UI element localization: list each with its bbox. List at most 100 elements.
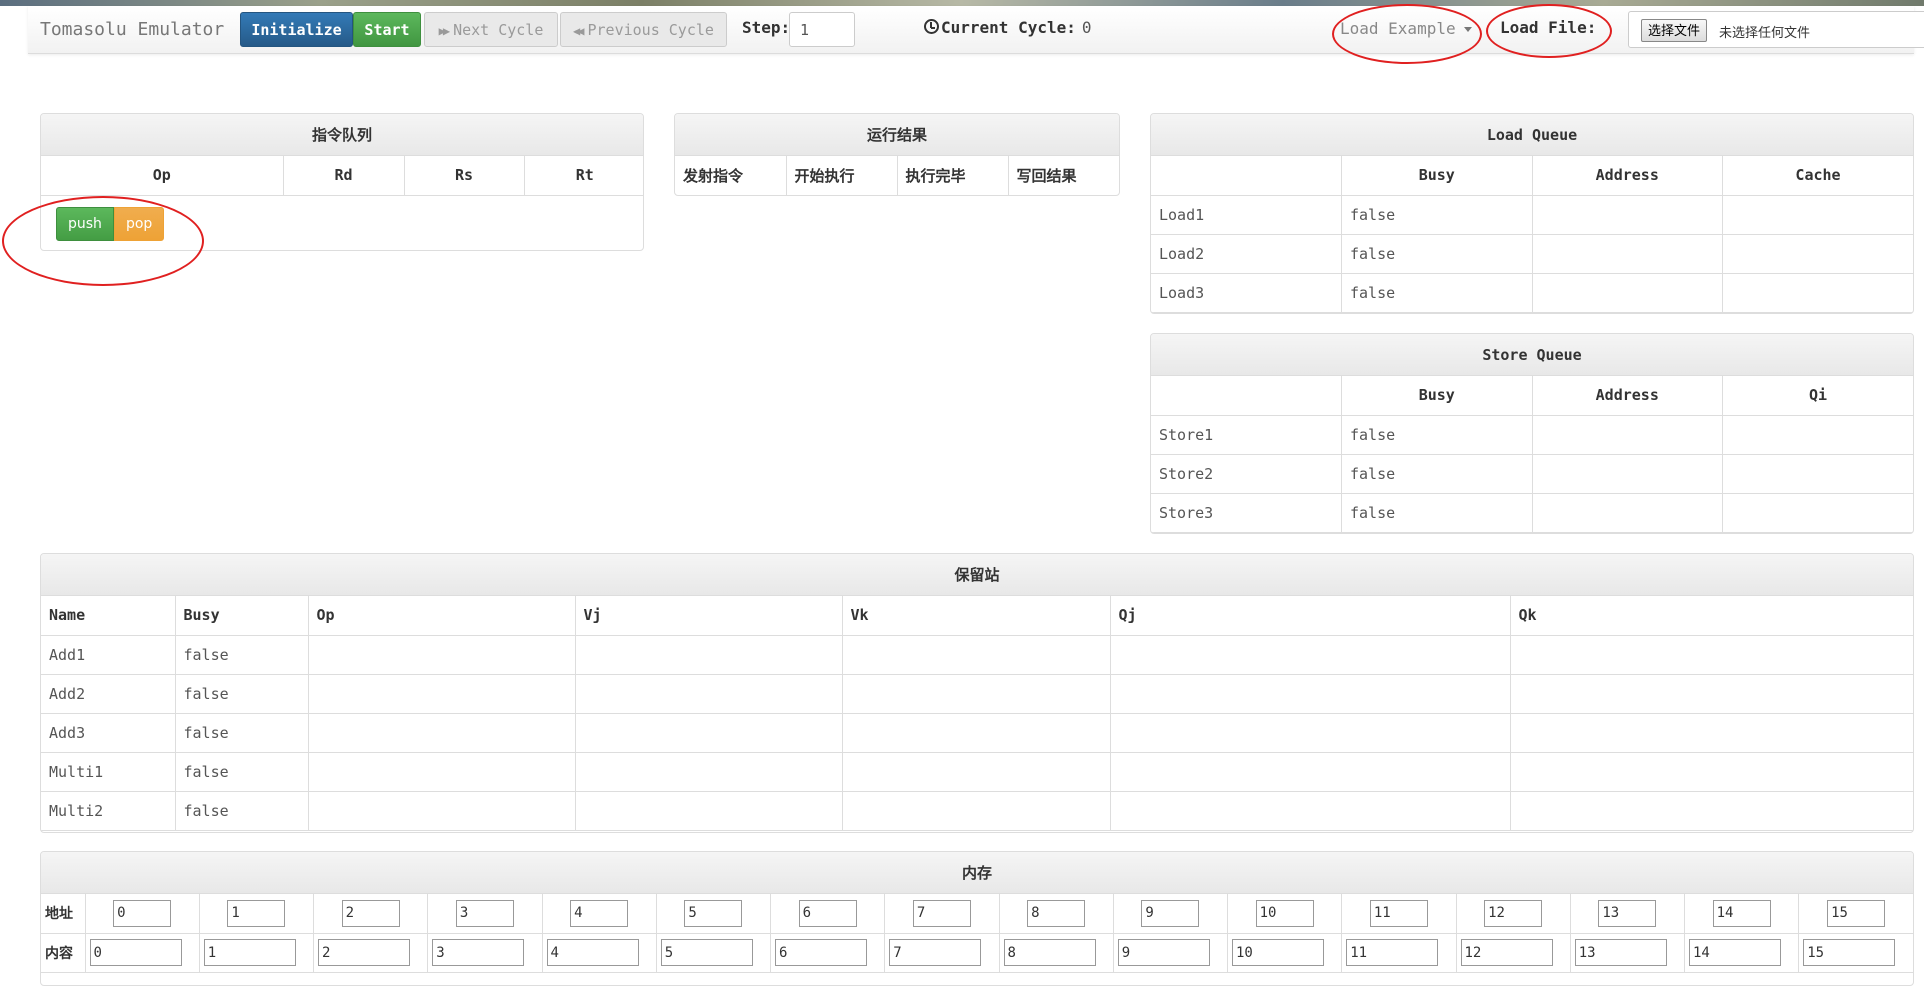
rs-header-qk: Qk bbox=[1509, 596, 1913, 636]
app-brand[interactable]: Tomasolu Emulator bbox=[40, 19, 224, 40]
next-cycle-button[interactable]: ▶▶ Next Cycle bbox=[424, 12, 558, 47]
memory-address-input[interactable] bbox=[227, 899, 286, 927]
rs-vk bbox=[841, 751, 1111, 792]
rs-qk bbox=[1509, 673, 1913, 714]
memory-content-input[interactable] bbox=[546, 939, 639, 966]
rs-vj bbox=[574, 751, 843, 792]
rs-name: Add1 bbox=[41, 634, 176, 675]
rs-vj bbox=[574, 634, 843, 675]
previous-cycle-button[interactable]: ◀◀ Previous Cycle bbox=[560, 12, 727, 47]
memory-address-input[interactable] bbox=[1598, 899, 1657, 927]
memory-content-cell bbox=[1112, 932, 1229, 973]
load-busy: false bbox=[1341, 194, 1533, 235]
load-cache bbox=[1722, 233, 1913, 274]
current-cycle-label: Current Cycle: bbox=[941, 18, 1076, 37]
load-example-dropdown[interactable]: Load Example bbox=[1340, 19, 1472, 38]
push-button[interactable]: push bbox=[56, 207, 114, 241]
store-busy: false bbox=[1341, 492, 1533, 533]
memory-content-input[interactable] bbox=[1803, 939, 1896, 966]
memory-content-input[interactable] bbox=[889, 939, 982, 966]
store-header-address: Address bbox=[1531, 376, 1723, 416]
step-input[interactable] bbox=[789, 12, 855, 47]
memory-content-row: 内容 bbox=[41, 932, 1913, 973]
rs-op bbox=[307, 790, 576, 831]
memory-address-input[interactable] bbox=[1141, 899, 1200, 927]
store-header-qi: Qi bbox=[1722, 376, 1913, 416]
rs-busy: false bbox=[174, 751, 309, 792]
memory-content-cell bbox=[998, 932, 1114, 973]
file-status: 未选择任何文件 bbox=[1719, 25, 1811, 40]
memory-content-cell bbox=[312, 932, 429, 973]
memory-content-input[interactable] bbox=[1232, 939, 1324, 966]
store-queue-panel: Store Queue Busy Address Qi Store1 false… bbox=[1150, 333, 1914, 534]
memory-content-input[interactable] bbox=[432, 939, 525, 966]
memory-content-label: 内容 bbox=[41, 932, 86, 973]
reservation-station-table: Name Busy Op Vj Vk Qj Qk Add1 false Add2… bbox=[41, 596, 1913, 831]
header-exec-start: 开始执行 bbox=[785, 156, 898, 195]
load-cache bbox=[1722, 194, 1913, 235]
load-example-label: Load Example bbox=[1340, 19, 1456, 38]
memory-content-input[interactable] bbox=[89, 939, 182, 966]
memory-content-input[interactable] bbox=[318, 939, 410, 966]
rs-qk bbox=[1509, 751, 1913, 792]
memory-content-cell bbox=[1226, 932, 1343, 973]
memory-address-input[interactable] bbox=[798, 899, 857, 927]
memory-address-cell bbox=[1683, 894, 1800, 934]
store-header-busy: Busy bbox=[1341, 376, 1533, 416]
memory-address-input[interactable] bbox=[570, 899, 629, 927]
memory-address-input[interactable] bbox=[912, 899, 971, 927]
memory-content-cell bbox=[198, 932, 315, 973]
memory-content-cell bbox=[541, 932, 657, 973]
choose-file-button[interactable]: 选择文件 bbox=[1641, 19, 1708, 42]
memory-content-cell bbox=[427, 932, 543, 973]
pop-button[interactable]: pop bbox=[113, 207, 165, 241]
store-name: Store3 bbox=[1151, 492, 1342, 533]
initialize-button[interactable]: Initialize bbox=[240, 12, 353, 47]
table-row: Store3 false bbox=[1151, 492, 1913, 533]
header-op: Op bbox=[41, 156, 284, 196]
memory-address-input[interactable] bbox=[1827, 899, 1886, 927]
table-row: Load3 false bbox=[1151, 272, 1913, 313]
header-write-back: 写回结果 bbox=[1007, 156, 1119, 195]
memory-content-input[interactable] bbox=[1003, 939, 1096, 966]
memory-content-input[interactable] bbox=[1460, 939, 1553, 966]
start-button[interactable]: Start bbox=[353, 12, 421, 47]
memory-content-input[interactable] bbox=[660, 939, 753, 966]
store-qi bbox=[1722, 453, 1913, 494]
table-row: Store1 false bbox=[1151, 414, 1913, 455]
memory-address-cell bbox=[198, 894, 315, 934]
memory-address-input[interactable] bbox=[113, 899, 172, 927]
load-cache bbox=[1722, 272, 1913, 313]
memory-address-label: 地址 bbox=[41, 894, 86, 934]
memory-address-input[interactable] bbox=[1712, 899, 1771, 927]
memory-address-input[interactable] bbox=[1369, 899, 1428, 927]
rs-qk bbox=[1509, 790, 1913, 831]
memory-content-input[interactable] bbox=[1346, 939, 1439, 966]
memory-address-cell bbox=[655, 894, 772, 934]
store-qi bbox=[1722, 492, 1913, 533]
memory-address-cell bbox=[998, 894, 1114, 934]
memory-content-input[interactable] bbox=[775, 939, 867, 966]
store-address bbox=[1531, 453, 1723, 494]
memory-address-cell bbox=[1455, 894, 1571, 934]
memory-address-cell bbox=[1798, 894, 1913, 934]
memory-address-input[interactable] bbox=[455, 899, 514, 927]
rs-name: Multi1 bbox=[41, 751, 176, 792]
memory-address-input[interactable] bbox=[684, 899, 743, 927]
memory-content-input[interactable] bbox=[203, 939, 296, 966]
memory-address-input[interactable] bbox=[341, 899, 400, 927]
rs-name: Add3 bbox=[41, 712, 176, 753]
load-queue-table: Busy Address Cache Load1 false Load2 fal… bbox=[1151, 156, 1913, 313]
rs-qk bbox=[1509, 712, 1913, 753]
load-name: Load2 bbox=[1151, 233, 1342, 274]
memory-address-input[interactable] bbox=[1255, 899, 1314, 927]
memory-content-input[interactable] bbox=[1689, 939, 1781, 966]
memory-content-input[interactable] bbox=[1574, 939, 1667, 966]
load-header-cache: Cache bbox=[1722, 156, 1913, 196]
reservation-station-title: 保留站 bbox=[41, 554, 1913, 596]
memory-content-input[interactable] bbox=[1117, 939, 1210, 966]
memory-address-input[interactable] bbox=[1484, 899, 1543, 927]
memory-address-input[interactable] bbox=[1027, 899, 1086, 927]
rs-header-name: Name bbox=[41, 596, 176, 636]
file-input[interactable]: 选择文件 未选择任何文件 bbox=[1628, 11, 1924, 48]
